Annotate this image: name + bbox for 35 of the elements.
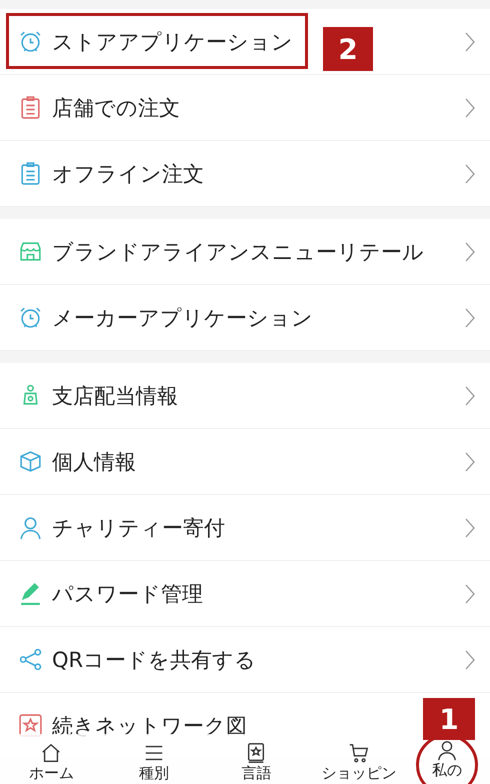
menu-item[interactable]: メーカーアプリケーション	[0, 285, 490, 351]
menu-item[interactable]: 個人情報	[0, 429, 490, 495]
chevron-icon	[464, 306, 476, 328]
chevron-icon	[464, 648, 476, 670]
menu-item[interactable]: チャリティー寄付	[0, 495, 490, 561]
step-badge: 1	[423, 698, 475, 740]
menu-item[interactable]: オフライン注文	[0, 141, 490, 207]
chevron-icon	[464, 516, 476, 538]
menu-label: ブランドアライアンスニューリテール	[52, 238, 424, 266]
menu-item[interactable]: ストアアプリケーション 2	[0, 9, 490, 75]
menu-label: ストアアプリケーション	[52, 28, 293, 56]
chevron-icon	[464, 450, 476, 472]
chevron-icon	[464, 96, 476, 118]
menu-label: 支店配当情報	[52, 382, 178, 410]
cart-icon	[348, 742, 370, 764]
menu-label: 個人情報	[52, 448, 136, 476]
menu-label: 店舗での注文	[52, 94, 180, 122]
home-icon	[40, 742, 62, 764]
menu-item[interactable]: QRコードを共有する	[0, 627, 490, 693]
menu-label: オフライン注文	[52, 160, 204, 188]
menu-item[interactable]: パスワード管理	[0, 561, 490, 627]
menu-label: QRコードを共有する	[52, 646, 256, 674]
chevron-icon	[464, 162, 476, 184]
menu-item[interactable]: ブランドアライアンスニューリテール	[0, 219, 490, 285]
person-icon	[436, 739, 458, 761]
chevron-icon	[464, 582, 476, 604]
menu-label: メーカーアプリケーション	[52, 304, 313, 332]
menu-item[interactable]: 店舗での注文	[0, 75, 490, 141]
menu-item[interactable]: 支店配当情報	[0, 363, 490, 429]
step-badge: 2	[323, 27, 373, 71]
chevron-icon	[464, 30, 476, 52]
chevron-icon	[464, 384, 476, 406]
menu-label: チャリティー寄付	[52, 514, 225, 542]
chevron-icon	[464, 240, 476, 262]
menu-label: パスワード管理	[52, 580, 203, 608]
